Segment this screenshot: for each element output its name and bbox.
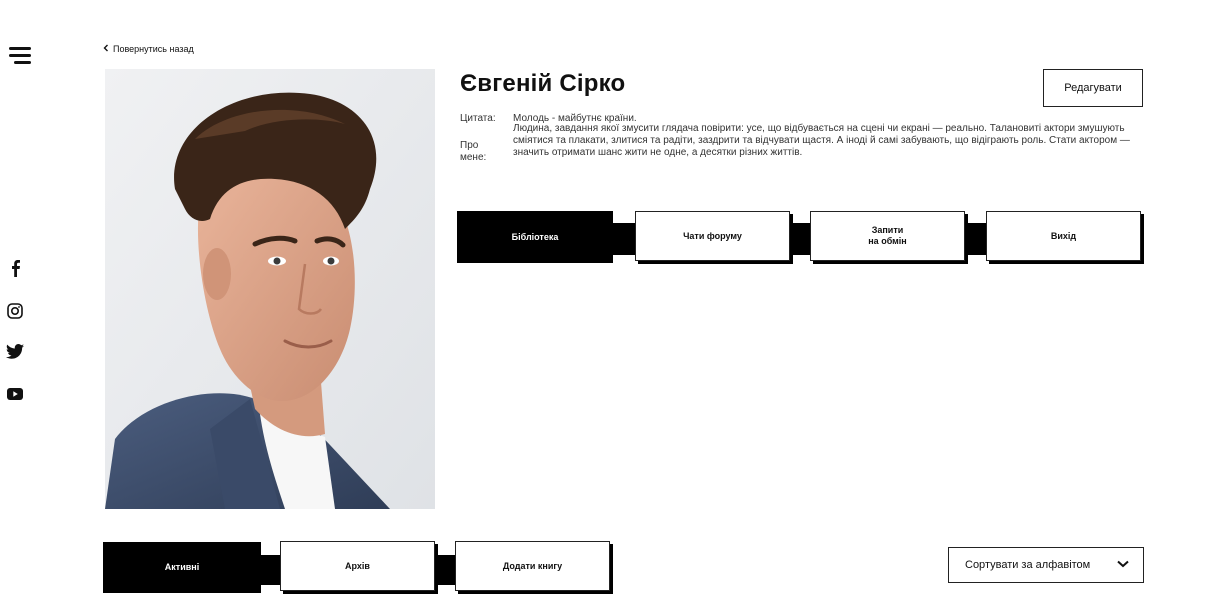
back-link-label: Повернутись назад [113,44,194,54]
chevron-left-icon [103,44,109,54]
sort-dropdown[interactable]: Сортувати за алфавітом [948,547,1144,583]
profile-photo [105,69,435,509]
about-label: Про мене: [460,140,487,163]
quote-label: Цитата: [460,113,496,124]
tab-library[interactable]: Бібліотека [457,211,613,263]
sort-dropdown-label: Сортувати за алфавітом [965,559,1091,571]
add-book-button[interactable]: Додати книгу [455,541,610,591]
chevron-down-icon [1117,559,1129,571]
youtube-icon[interactable] [6,385,24,403]
tab-exchange-requests[interactable]: Запити на обмін [810,211,965,261]
back-link[interactable]: Повернутись назад [103,44,194,54]
tab-forum-chats[interactable]: Чати форуму [635,211,790,261]
edit-profile-button[interactable]: Редагувати [1043,69,1143,107]
tab-active-books[interactable]: Активні [103,542,261,593]
tab-logout[interactable]: Вихід [986,211,1141,261]
about-text: Людина, завдання якої змусити глядача по… [513,123,1130,158]
facebook-icon[interactable] [6,259,24,277]
tab-archive[interactable]: Архів [280,541,435,591]
twitter-icon[interactable] [6,342,24,360]
hamburger-menu-icon[interactable] [9,45,31,65]
instagram-icon[interactable] [6,302,24,320]
profile-name: Євгеній Сірко [460,70,626,97]
